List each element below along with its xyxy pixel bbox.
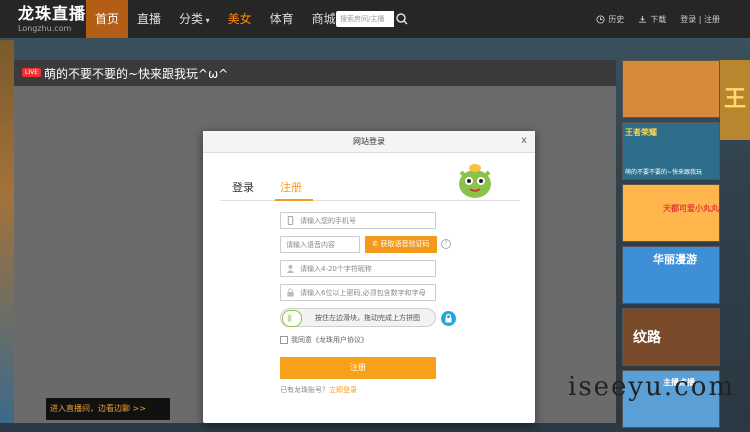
agreement-row: 我同意《龙珠用户协议》 <box>280 335 368 345</box>
login-modal: 网站登录 x 登录 注册 请输入您的手机号 请输入语音内容 ✆ 获取语音验证码 … <box>203 131 535 423</box>
nav-item-live[interactable]: 直播 <box>128 0 170 38</box>
user-icon <box>286 264 295 273</box>
thumbnail-caption: 纹路 <box>633 330 661 346</box>
chat-ticker[interactable]: 进入直播间，边看边聊 >> <box>46 398 170 420</box>
thumbnail-item[interactable]: 王者荣耀萌的不要不要的~快来跟我玩 <box>622 122 720 180</box>
grip-icon: ||| <box>287 314 292 322</box>
clock-icon <box>596 14 605 24</box>
phone-field[interactable]: 请输入您的手机号 <box>280 212 436 229</box>
close-icon[interactable]: x <box>521 135 527 146</box>
logo-subtext: Longzhu.com <box>18 24 72 33</box>
agree-checkbox[interactable] <box>280 336 288 344</box>
slider-handle[interactable]: ||| <box>282 310 302 327</box>
auth-tabs: 登录 注册 <box>232 179 302 199</box>
slide-captcha[interactable]: ||| 按住左边滑块，拖动完成上方拼图 <box>280 308 436 327</box>
phone-icon <box>287 216 294 225</box>
background-right-art: 王 <box>720 60 750 140</box>
password-input-placeholder: 请输入6位以上密码,必须包含数字和字母 <box>300 289 426 297</box>
get-voice-code-label: 获取语音验证码 <box>380 240 430 248</box>
tab-register[interactable]: 注册 <box>280 179 302 199</box>
top-navigation-bar: 龙珠直播 Longzhu.com 首页 直播 分类 ▾ 美女 体育 商城 搜索房… <box>0 0 750 38</box>
have-account-row: 已有龙珠账号？立即登录 <box>280 385 357 395</box>
history-label: 历史 <box>608 14 625 24</box>
register-button[interactable]: 注册 <box>280 357 436 379</box>
code-field[interactable]: 请输入语音内容 <box>280 236 360 253</box>
search-icon[interactable] <box>394 11 410 27</box>
thumbnail-subcaption: 萌的不要不要的~快来跟我玩 <box>625 169 703 176</box>
modal-title: 网站登录 <box>353 137 385 146</box>
active-tab-indicator <box>275 199 313 201</box>
watermark-text: iseeyu.com <box>568 372 735 402</box>
site-logo[interactable]: 龙珠直播 Longzhu.com <box>18 4 86 34</box>
help-icon[interactable]: ? <box>441 239 451 249</box>
live-badge: LIVE <box>22 68 42 77</box>
nav-item-category[interactable]: 分类 ▾ <box>170 0 219 38</box>
history-link[interactable]: 历史 <box>596 14 624 25</box>
login-register-link[interactable]: 登录 | 注册 <box>680 14 720 25</box>
video-title: 萌的不要不要的~快来跟我玩^ω^ <box>44 67 229 81</box>
login-now-link[interactable]: 立即登录 <box>329 386 357 394</box>
thumbnail-caption: 王者荣耀 <box>625 128 657 137</box>
thumbnail-item[interactable]: 天都可爱小丸丸 <box>622 184 720 242</box>
download-link[interactable]: 下载 <box>638 14 666 25</box>
video-title-bar: LIVE 萌的不要不要的~快来跟我玩^ω^ <box>14 60 616 86</box>
background-left-art <box>0 40 14 423</box>
agreement-label[interactable]: 我同意《龙珠用户协议》 <box>291 335 368 345</box>
search-input[interactable]: 搜索房间/主播 <box>340 14 384 24</box>
nav-item-home[interactable]: 首页 <box>86 0 129 38</box>
download-label: 下载 <box>650 14 667 24</box>
captcha-lock-icon[interactable] <box>441 311 456 326</box>
get-voice-code-button[interactable]: ✆ 获取语音验证码 <box>365 236 437 253</box>
nav-item-sports[interactable]: 体育 <box>261 0 303 38</box>
phone-call-icon: ✆ <box>372 240 379 248</box>
main-nav: 首页 直播 分类 ▾ 美女 体育 商城 <box>86 0 345 38</box>
nav-item-beauty[interactable]: 美女 <box>219 0 261 38</box>
modal-header: 网站登录 <box>203 131 535 153</box>
lock-icon <box>287 288 294 297</box>
chevron-down-icon: ▾ <box>203 16 210 25</box>
thumbnail-item[interactable]: 华丽漫游 <box>622 246 720 304</box>
dragon-mascot-icon <box>459 164 491 198</box>
nickname-field[interactable]: 请输入4-20个字符昵称 <box>280 260 436 277</box>
logo-text: 龙珠直播 <box>18 4 87 23</box>
header-right-links: 历史 下载 登录 | 注册 <box>596 0 720 38</box>
password-field[interactable]: 请输入6位以上密码,必须包含数字和字母 <box>280 284 436 301</box>
nav-item-category-label: 分类 <box>179 12 204 26</box>
nickname-input-placeholder: 请输入4-20个字符昵称 <box>300 265 372 273</box>
code-input-placeholder: 请输入语音内容 <box>286 241 335 249</box>
have-account-text: 已有龙珠账号？ <box>280 386 329 394</box>
thumbnail-item[interactable] <box>622 60 720 118</box>
download-icon <box>639 15 647 23</box>
thumbnail-caption: 华丽漫游 <box>653 253 697 266</box>
thumbnail-caption: 天都可爱小丸丸 <box>663 204 719 213</box>
slider-hint: 按住左边滑块，拖动完成上方拼图 <box>315 314 420 322</box>
search-box[interactable]: 搜索房间/主播 <box>336 11 410 27</box>
phone-input-placeholder: 请输入您的手机号 <box>300 217 356 225</box>
thumbnail-item[interactable]: 纹路 <box>622 308 720 366</box>
tab-login[interactable]: 登录 <box>232 179 254 199</box>
